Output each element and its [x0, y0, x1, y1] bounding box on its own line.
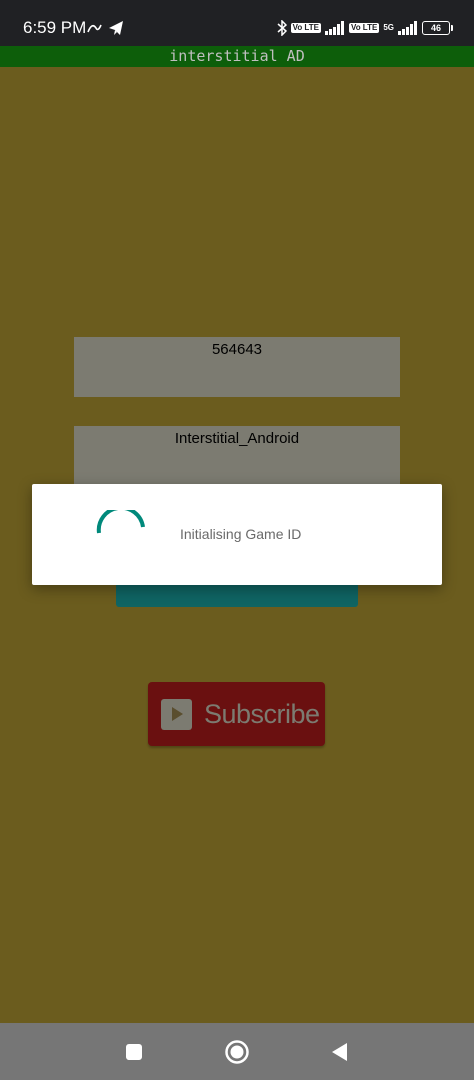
5g-label: 5G — [383, 23, 394, 32]
recents-icon — [126, 1043, 142, 1060]
play-icon — [161, 698, 192, 730]
game-id-field[interactable]: 564643 — [74, 337, 400, 397]
5g-signal-icon — [398, 21, 417, 35]
signal-app-icon — [87, 24, 102, 33]
home-button[interactable] — [223, 1023, 251, 1080]
volte-icon-2: Vo LTE — [348, 23, 380, 33]
dialog-message: Initialising Game ID — [180, 526, 302, 542]
placement-id-field[interactable]: Interstitial_Android — [74, 426, 400, 484]
status-bar: 6:59 PM Vo LTE Vo LTE 5G 46 — [0, 0, 474, 46]
signal-icon — [324, 21, 344, 35]
volte-icon: Vo LTE — [290, 23, 321, 33]
status-time: 6:59 PM — [23, 18, 87, 37]
progress-dialog: Initialising Game ID — [32, 484, 442, 585]
battery-icon: 46 — [422, 21, 453, 35]
status-left-icons — [87, 19, 127, 37]
back-button[interactable] — [328, 1023, 350, 1080]
loading-spinner-icon — [96, 510, 145, 534]
bluetooth-icon — [277, 20, 287, 36]
home-icon — [225, 1039, 249, 1064]
subscribe-button[interactable]: Subscribe — [148, 682, 325, 746]
navigation-bar — [0, 1023, 474, 1080]
subscribe-label: Subscribe — [204, 698, 320, 729]
back-icon — [332, 1042, 347, 1061]
telegram-icon — [109, 21, 123, 35]
app-bar-title: interstitial AD — [0, 46, 474, 67]
status-right: Vo LTE Vo LTE 5G 46 — [277, 18, 453, 38]
recents-button[interactable] — [122, 1023, 146, 1080]
